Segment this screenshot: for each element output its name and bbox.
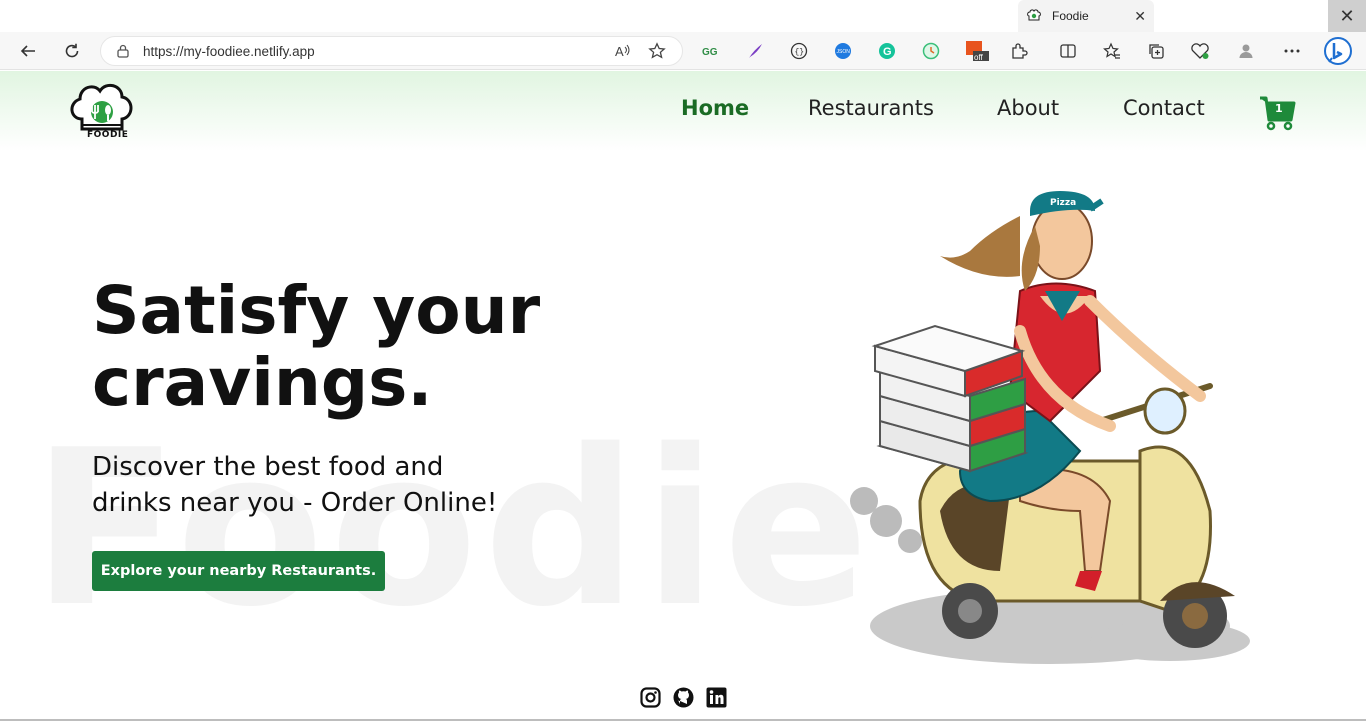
bing-chat-button[interactable] [1322,36,1354,68]
ext-quill-icon[interactable] [745,41,765,61]
ext-code-icon[interactable]: {} [789,41,809,61]
sub-line-1: Discover the best food and [92,452,444,482]
profile-button[interactable] [1236,41,1256,61]
nav-link-home[interactable]: Home [681,96,749,120]
read-aloud-icon[interactable]: A [614,43,632,59]
social-links [640,687,727,708]
explore-restaurants-button[interactable]: Explore your nearby Restaurants. [92,551,385,591]
browser-tab[interactable]: Foodie ✕ [1018,0,1154,32]
ext-geeksforgeeks-icon[interactable]: GG [701,41,721,61]
gfg-glyph-icon: GG [702,47,718,57]
foodie-logo[interactable]: FOODIE [68,79,136,145]
svg-text:JSON: JSON [837,49,851,55]
lock-icon [117,44,129,58]
cart-count-badge: 1 [1275,102,1283,115]
cart-button[interactable]: 1 [1258,93,1296,131]
svg-text:A: A [615,44,624,59]
quill-glyph-icon [749,44,762,58]
nav-link-restaurants[interactable]: Restaurants [808,96,934,120]
foodie-favicon-icon [1027,9,1041,21]
pizza-box-stack [871,324,1029,473]
collections-button[interactable] [1146,41,1166,61]
headline-line-1: Satisfy your [92,272,541,349]
browser-toolbar: https://my-foodiee.netlify.app A GG {} J… [0,32,1366,70]
bing-icon [1324,37,1352,65]
favorites-button[interactable] [1102,41,1122,61]
site-navbar: FOODIE Home Restaurants About Contact 1 [0,71,1366,151]
favorite-star-icon[interactable] [648,42,666,60]
tab-close-icon[interactable]: ✕ [1134,8,1146,25]
hero-subheading: Discover the best food and drinks near y… [92,449,572,521]
collections-icon [1149,44,1164,59]
nav-link-about[interactable]: About [997,96,1059,120]
more-button[interactable] [1282,41,1302,61]
favorites-icon [1103,42,1120,59]
hero-headline: Satisfy your cravings. [92,275,652,419]
timer-glyph-icon [922,42,940,60]
ext-off-icon[interactable]: off [965,41,989,62]
refresh-icon [65,43,79,58]
svg-text:GG: GG [702,47,718,57]
performance-icon [1191,43,1209,59]
ext-timer-icon[interactable] [921,41,941,61]
refresh-button[interactable] [58,37,86,65]
address-bar[interactable]: https://my-foodiee.netlify.app A [100,36,683,66]
headline-line-2: cravings. [92,344,433,421]
back-button[interactable] [14,37,42,65]
svg-text:{}: {} [795,48,805,57]
profile-icon [1239,44,1253,58]
linkedin-icon[interactable] [706,687,727,708]
extensions-icon [1012,43,1028,59]
cap-label: Pizza [1050,198,1076,208]
ext-off-badge: off [974,53,983,62]
webpage: FOODIE Home Restaurants About Contact 1 … [0,71,1366,721]
window-close-button[interactable]: ✕ [1328,0,1366,32]
nav-link-contact[interactable]: Contact [1123,96,1205,120]
split-screen-icon [1060,44,1076,58]
ext-grammarly-icon[interactable]: G [877,41,897,61]
json-glyph-icon: JSON [835,43,851,59]
url-text: https://my-foodiee.netlify.app [143,43,315,59]
ext-json-icon[interactable]: JSON [833,41,853,61]
extensions-button[interactable] [1009,41,1029,61]
tab-title: Foodie [1052,9,1089,23]
svg-text:G: G [883,46,892,58]
instagram-icon[interactable] [640,687,661,708]
github-icon[interactable] [673,687,694,708]
code-glyph-icon: {} [790,42,808,60]
grammarly-glyph-icon: G [879,43,895,59]
split-screen-button[interactable] [1058,41,1078,61]
back-icon [20,45,35,57]
browser-tabstrip: Foodie ✕ ✕ [0,0,1366,32]
sub-line-2: drinks near you - Order Online! [92,488,498,518]
pizza-delivery-illustration: Pizza [850,191,1250,664]
logo-text: FOODIE [87,130,129,140]
performance-button[interactable] [1190,41,1210,61]
more-icon [1284,49,1300,53]
